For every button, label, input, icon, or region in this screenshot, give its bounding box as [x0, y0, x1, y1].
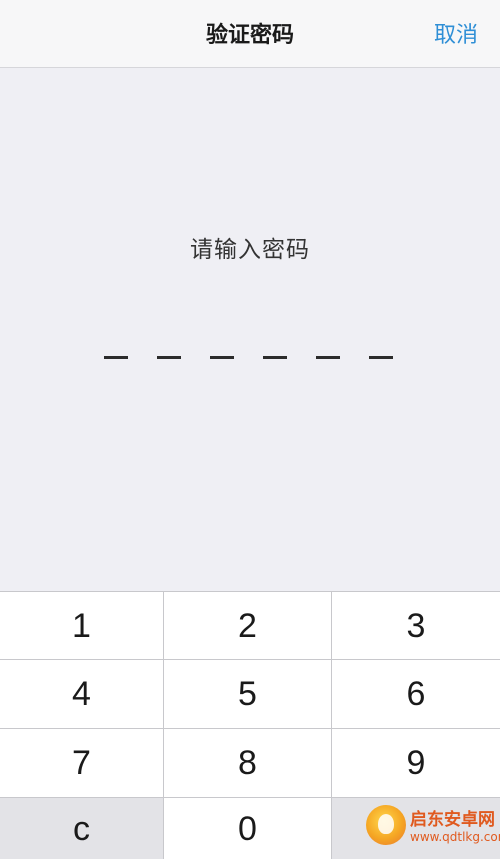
passcode-field[interactable]: [104, 356, 396, 364]
passcode-screen: 验证密码 取消 请输入密码 1 2 3 4 5 6 7 8 9 c 0 启东安卓…: [0, 0, 500, 859]
cancel-button[interactable]: 取消: [434, 0, 478, 68]
navigation-bar: 验证密码 取消: [0, 0, 500, 68]
passcode-digit-slot: [369, 356, 393, 359]
key-2[interactable]: 2: [164, 592, 331, 659]
key-0[interactable]: 0: [164, 798, 331, 859]
watermark: 启东安卓网 www.qdtlkg.com: [366, 803, 500, 853]
key-3[interactable]: 3: [332, 592, 500, 659]
passcode-digit-slot: [263, 356, 287, 359]
key-6[interactable]: 6: [332, 660, 500, 728]
watermark-url: www.qdtlkg.com: [410, 830, 500, 844]
key-5[interactable]: 5: [164, 660, 331, 728]
watermark-name: 启东安卓网: [410, 810, 495, 830]
passcode-digit-slot: [210, 356, 234, 359]
clear-key[interactable]: c: [0, 798, 163, 859]
passcode-prompt: 请输入密码: [190, 237, 310, 263]
key-1[interactable]: 1: [0, 592, 163, 659]
key-7[interactable]: 7: [0, 729, 163, 797]
page-title: 验证密码: [205, 23, 294, 48]
key-9[interactable]: 9: [332, 729, 500, 797]
watermark-logo-icon: [366, 805, 406, 845]
key-4[interactable]: 4: [0, 660, 163, 728]
key-8[interactable]: 8: [164, 729, 331, 797]
passcode-digit-slot: [157, 356, 181, 359]
passcode-digit-slot: [104, 356, 128, 359]
passcode-digit-slot: [316, 356, 340, 359]
